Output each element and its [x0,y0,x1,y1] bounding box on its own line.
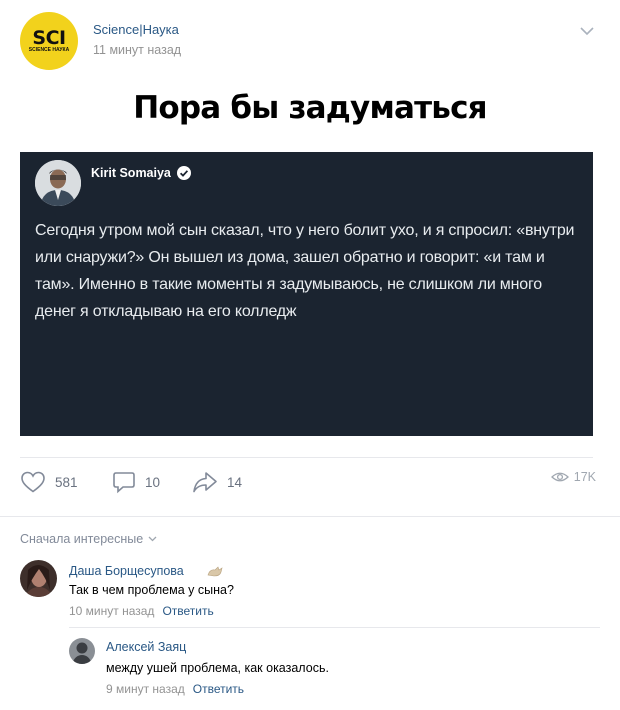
chevron-down-icon[interactable] [580,26,594,36]
post-timestamp[interactable]: 11 минут назад [93,43,181,57]
share-button[interactable]: 14 [192,470,242,494]
comments-sort-select[interactable]: Сначала интересные [20,532,157,546]
divider [0,516,620,517]
comment-count: 10 [145,474,161,490]
like-button[interactable]: 581 [20,470,78,494]
meme-caption: Пора бы задуматься [133,90,487,126]
commenter-avatar[interactable] [69,638,95,664]
comment-meta: 10 минут назад Ответить [69,604,214,618]
comment-text: Так в чем проблема у сына? [69,583,234,597]
share-count: 14 [227,474,243,490]
group-name-link[interactable]: Science|Наука [93,22,179,37]
tweet-author: Kirit Somaiya [91,166,191,180]
comment-author[interactable]: Алексей Заяц [106,640,186,654]
comment-button[interactable]: 10 [112,470,160,494]
post-header: SCI SCIENCE НАУКА Science|Наука 11 минут… [20,12,600,72]
tweet-author-avatar [35,160,81,206]
comment-item: Даша Борщесупова Так в чем проблема у сы… [20,560,600,622]
comment-meta: 9 минут назад Ответить [106,682,244,696]
like-count: 581 [55,474,78,490]
reply-button[interactable]: Ответить [162,604,213,618]
comment-text: между ушей проблема, как оказалось. [106,661,329,675]
post-actions: 581 10 14 17K [20,470,600,504]
views-counter: 17K [550,470,596,484]
tweet-text: Сегодня утром мой сын сказал, что у него… [35,222,575,320]
comment-time[interactable]: 9 минут назад [106,682,185,696]
verified-badge-icon [176,166,191,180]
comment-reply-item: Алексей Заяц между ушей проблема, как ок… [69,638,600,700]
view-count: 17K [573,470,596,484]
comment-time[interactable]: 10 минут назад [69,604,154,618]
group-logo-text: SCI [32,27,66,49]
reply-button[interactable]: Ответить [193,682,244,696]
group-avatar[interactable]: SCI SCIENCE НАУКА [20,12,78,70]
sort-label: Сначала интересные [20,532,144,546]
group-logo-subtext: SCIENCE НАУКА [28,47,70,53]
tweet-author-name: Kirit Somaiya [91,166,171,180]
tweet-image[interactable]: Kirit Somaiya Сегодня утром мой сын сказ… [20,152,593,436]
divider [69,627,600,628]
divider [20,457,593,458]
comment-icon [113,472,135,494]
eye-icon [550,472,569,482]
share-icon [193,472,217,493]
heart-icon [21,471,45,493]
chevron-down-icon [148,536,157,542]
comment-author[interactable]: Даша Борщесупова [69,564,184,578]
commenter-avatar[interactable] [20,560,57,597]
cat-sticker-icon [207,566,223,577]
